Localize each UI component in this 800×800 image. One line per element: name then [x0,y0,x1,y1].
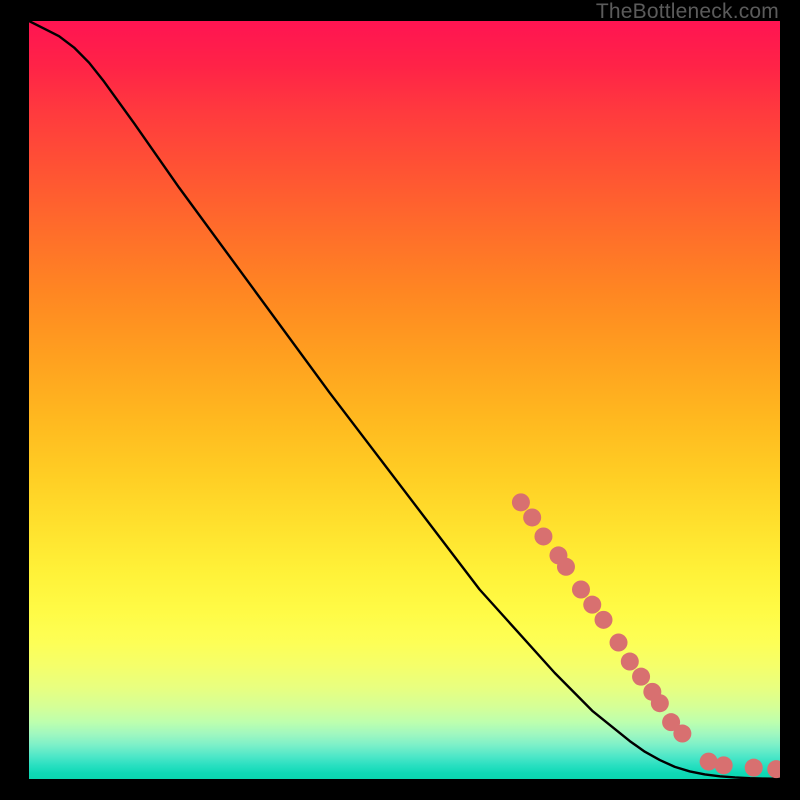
data-point [583,596,601,614]
data-point [572,581,590,599]
data-point [767,760,780,778]
data-point [745,759,763,777]
data-point [632,668,650,686]
data-point [557,558,575,576]
plot-area [29,21,780,779]
watermark-text: TheBottleneck.com [596,0,779,24]
bottleneck-curve [29,21,780,779]
data-point [715,756,733,774]
data-point [534,527,552,545]
marker-layer [512,493,780,778]
data-point [523,508,541,526]
data-point [651,694,669,712]
chart-svg [29,21,780,779]
curve-layer [29,21,780,779]
data-point [673,725,691,743]
chart-frame: TheBottleneck.com [0,0,800,800]
data-point [621,653,639,671]
data-point [610,634,628,652]
data-point [700,753,718,771]
data-point [595,611,613,629]
data-point [512,493,530,511]
